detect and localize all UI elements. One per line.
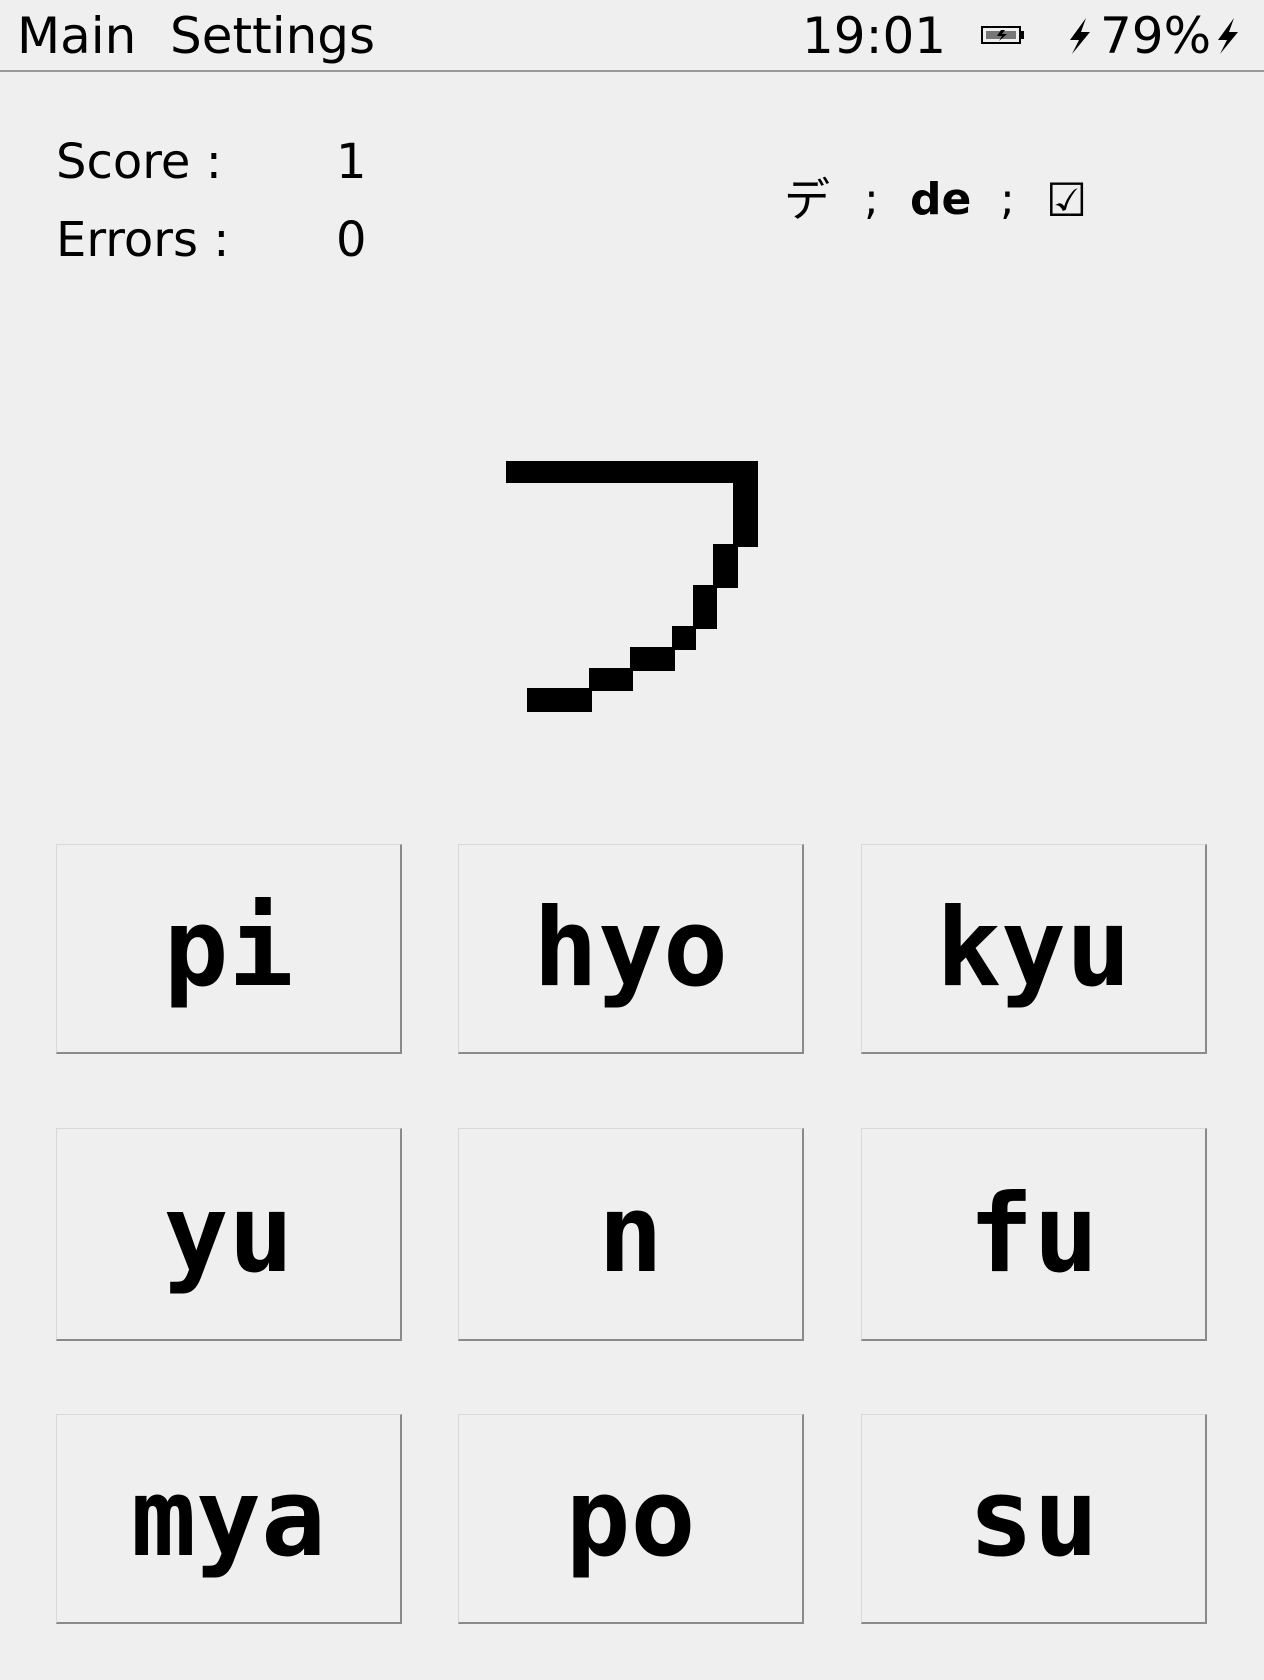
answer-button-yu[interactable]: yu (56, 1128, 402, 1341)
last-answer-separator: ; (1000, 174, 1015, 225)
menu-settings[interactable]: Settings (170, 6, 375, 66)
answer-button-pi[interactable]: pi (56, 844, 402, 1054)
menu-main[interactable]: Main (17, 6, 136, 66)
answer-button-su[interactable]: su (861, 1414, 1207, 1624)
answer-button-fu[interactable]: fu (861, 1128, 1207, 1341)
score-value: 1 (336, 134, 367, 190)
clock: 19:01 (802, 7, 947, 65)
errors-label: Errors : (56, 212, 230, 268)
top-bar: Main Settings 19:01 79% (0, 0, 1264, 72)
quiz-character: フ (506, 461, 758, 712)
last-answer-romaji: de (910, 174, 972, 225)
battery-percent-value: 79% (1100, 7, 1212, 65)
answer-button-hyo[interactable]: hyo (458, 844, 804, 1054)
score-label: Score : (56, 134, 222, 190)
answer-button-po[interactable]: po (458, 1414, 804, 1624)
last-answer-kana: デ (784, 173, 830, 227)
answer-button-kyu[interactable]: kyu (861, 844, 1207, 1054)
answer-button-mya[interactable]: mya (56, 1414, 402, 1624)
errors-value: 0 (336, 212, 367, 268)
answer-button-n[interactable]: n (458, 1128, 804, 1341)
last-answer-result-checkbox-icon: ☑ (1046, 173, 1088, 227)
battery-charging-icon (981, 26, 1024, 44)
battery-percent: 79% (1066, 6, 1211, 66)
last-answer-separator: ; (864, 174, 879, 225)
lightning-bolt-icon (1218, 18, 1238, 54)
